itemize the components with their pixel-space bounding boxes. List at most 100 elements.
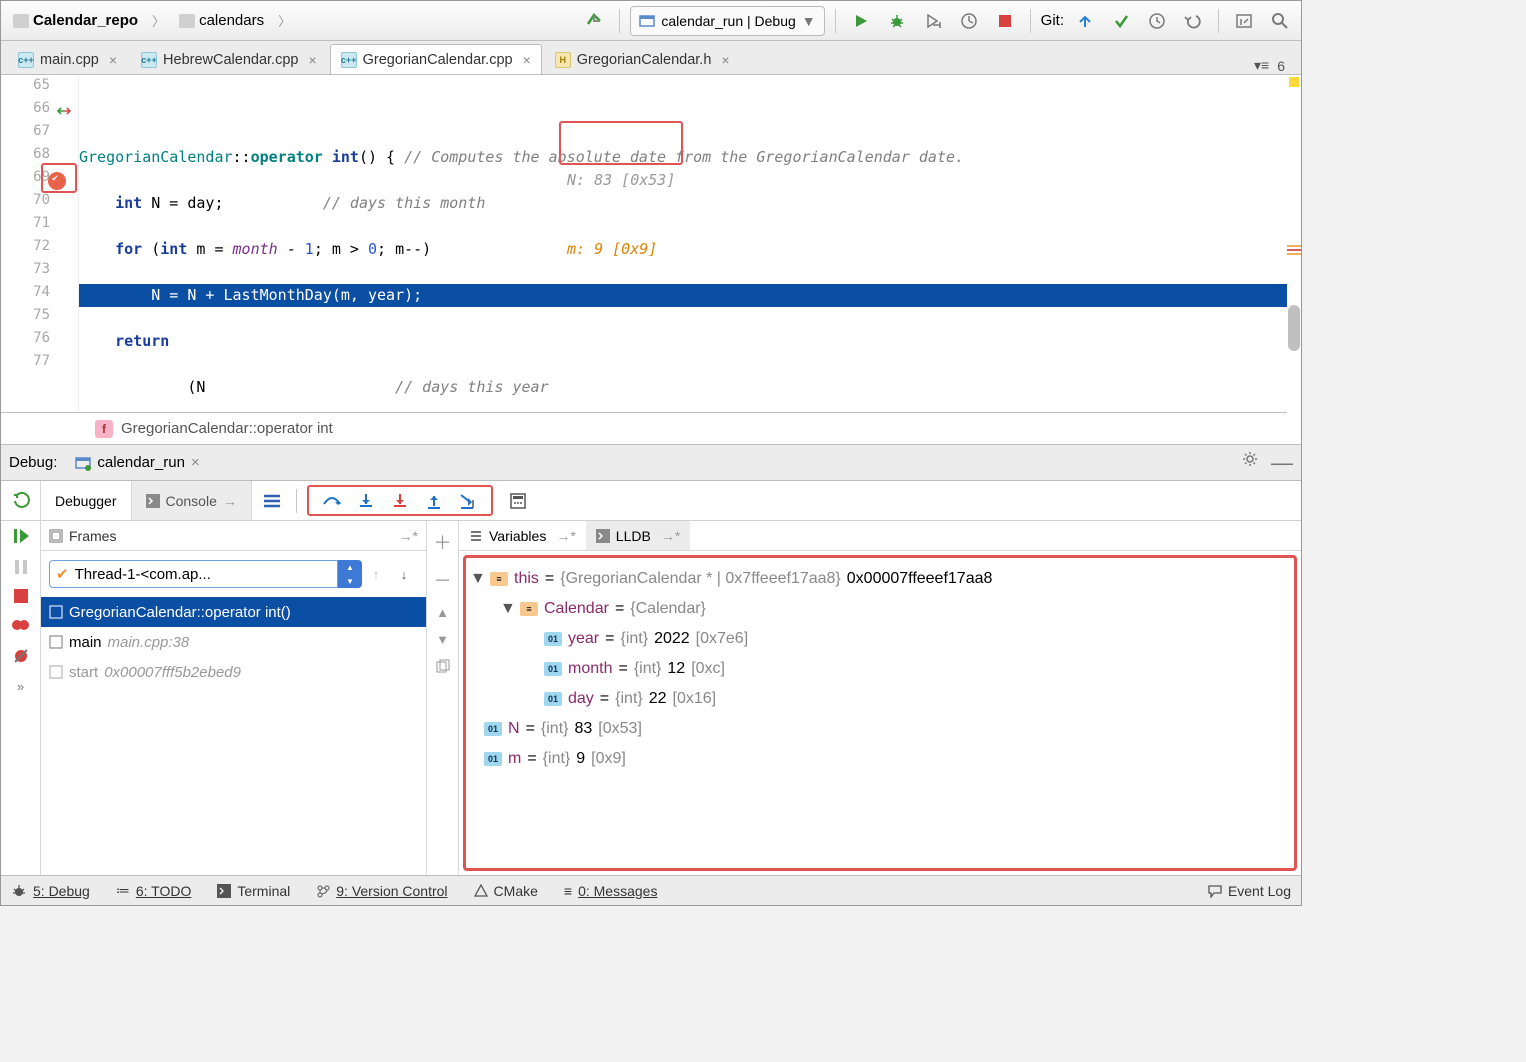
branch-icon (316, 884, 330, 898)
check-icon: ✔ (56, 565, 69, 583)
var-hex: [0x9] (591, 750, 626, 768)
rerun-button[interactable] (6, 486, 36, 516)
pause-button[interactable] (13, 559, 29, 575)
var-name: N (508, 720, 520, 738)
var-row-year[interactable]: 01 year = {int} 2022 [0x7e6] (470, 624, 1290, 654)
tab-hebrew-calendar[interactable]: c++HebrewCalendar.cpp× (130, 44, 328, 74)
tab-console[interactable]: Console→ (132, 481, 252, 520)
close-icon[interactable]: × (191, 454, 200, 471)
frame-row[interactable]: GregorianCalendar::operator int() (41, 597, 426, 627)
debug-title: Debug: (9, 454, 57, 471)
step-over-button[interactable] (315, 487, 349, 515)
force-step-into-button[interactable] (383, 487, 417, 515)
step-out-button[interactable] (417, 487, 451, 515)
tab-gregorian-calendar-h[interactable]: HGregorianCalendar.h× (544, 44, 741, 74)
resume-button[interactable] (12, 527, 30, 545)
frame-up-button[interactable]: ↑ (362, 567, 390, 582)
move-up-button[interactable]: ▲ (436, 605, 449, 620)
stop-button[interactable] (990, 6, 1020, 36)
thread-selector[interactable]: ✔ Thread-1-<com.ap... ▲▼ ↑ ↓ (49, 559, 418, 589)
stop-button[interactable] (14, 589, 28, 603)
gear-icon[interactable] (1241, 450, 1259, 476)
status-terminal[interactable]: Terminal (217, 883, 290, 899)
status-vcs[interactable]: 9: Version Control (316, 883, 447, 899)
status-debug[interactable]: 5: Debug (11, 883, 90, 899)
debug-button[interactable] (882, 6, 912, 36)
code-editor[interactable]: 65 66 67 68 69 70 71 72 73 74 75 76 77 G… (1, 75, 1301, 413)
more-icon[interactable]: » (17, 679, 24, 694)
move-down-button[interactable]: ▼ (436, 632, 449, 647)
git-commit-button[interactable] (1106, 6, 1136, 36)
frame-down-button[interactable]: ↓ (390, 567, 418, 582)
inline-value-n: N: 83 [0x53] (567, 169, 675, 192)
var-row-m[interactable]: 01 m = {int} 9 [0x9] (470, 744, 1290, 774)
frame-row[interactable]: start 0x00007fff5b2ebed9 (41, 657, 426, 687)
status-event-log[interactable]: Event Log (1208, 883, 1291, 899)
mute-breakpoints-button[interactable] (12, 647, 30, 665)
status-cmake[interactable]: CMake (474, 883, 538, 899)
step-into-button[interactable] (349, 487, 383, 515)
run-to-cursor-button[interactable] (451, 487, 485, 515)
duplicate-watch-button[interactable] (436, 659, 450, 673)
evaluate-expression-icon[interactable] (509, 492, 527, 510)
run-button[interactable] (846, 6, 876, 36)
coverage-button[interactable] (918, 6, 948, 36)
tab-debugger[interactable]: Debugger (41, 481, 132, 520)
tab-main-cpp[interactable]: c++main.cpp× (7, 44, 128, 74)
thread-stepper[interactable]: ▲▼ (338, 560, 362, 588)
git-update-button[interactable] (1070, 6, 1100, 36)
breakpoint-highlight-box (41, 163, 77, 193)
frames-panel: Frames →* ✔ Thread-1-<com.ap... ▲▼ ↑ ↓ G… (41, 521, 427, 875)
close-icon[interactable]: × (109, 52, 117, 68)
close-icon[interactable]: × (721, 52, 729, 68)
pin-icon[interactable]: →* (399, 528, 418, 544)
frames-icon (49, 529, 63, 543)
build-button[interactable] (579, 6, 609, 36)
var-row-day[interactable]: 01 day = {int} 22 [0x16] (470, 684, 1290, 714)
var-row-this[interactable]: ▼≡ this = {GregorianCalendar * | 0x7ffee… (470, 564, 1290, 594)
var-type: {int} (634, 660, 662, 678)
code-area[interactable]: GregorianCalendar::operator int() { // C… (79, 75, 1301, 412)
list-icon: ≔ (116, 882, 130, 899)
var-row-month[interactable]: 01 month = {int} 12 [0xc] (470, 654, 1290, 684)
tab-list-icon[interactable]: ▾≡ (1254, 57, 1269, 74)
add-watch-button[interactable]: ＋ (434, 529, 452, 555)
ide-settings-button[interactable] (1229, 6, 1259, 36)
git-revert-button[interactable] (1178, 6, 1208, 36)
var-value: 9 (576, 750, 585, 768)
line-number: 75 (1, 307, 78, 330)
threads-icon[interactable] (262, 493, 282, 509)
search-button[interactable] (1265, 6, 1295, 36)
status-messages[interactable]: ≡0: Messages (564, 883, 658, 899)
frame-row[interactable]: main main.cpp:38 (41, 627, 426, 657)
close-icon[interactable]: × (523, 52, 531, 68)
variables-header[interactable]: Variables→* (459, 521, 586, 550)
expand-icon[interactable]: ▼ (470, 570, 484, 588)
git-history-button[interactable] (1142, 6, 1172, 36)
cpp-file-icon: c++ (341, 52, 357, 68)
status-todo[interactable]: ≔6: TODO (116, 882, 192, 899)
breadcrumb-folder[interactable]: calendars (173, 10, 270, 31)
var-name: this (514, 570, 539, 588)
editor-marker-bar[interactable] (1287, 75, 1301, 413)
remove-watch-button[interactable]: － (434, 567, 452, 593)
debug-config-label: calendar_run (97, 454, 185, 471)
profile-button[interactable] (954, 6, 984, 36)
run-config-selector[interactable]: calendar_run | Debug ▼ (630, 6, 824, 36)
editor-gutter[interactable]: 65 66 67 68 69 70 71 72 73 74 75 76 77 (1, 75, 79, 412)
breadcrumb-project[interactable]: Calendar_repo (7, 10, 144, 31)
close-icon[interactable]: × (308, 52, 316, 68)
expand-icon[interactable]: ▼ (500, 600, 514, 618)
debug-config-tab[interactable]: calendar_run × (67, 450, 207, 475)
minimize-icon[interactable]: — (1271, 450, 1293, 476)
tab-gregorian-calendar-cpp[interactable]: c++GregorianCalendar.cpp× (330, 44, 542, 74)
var-row-n[interactable]: 01 N = {int} 83 [0x53] (470, 714, 1290, 744)
lldb-tab[interactable]: LLDB→* (586, 521, 690, 550)
int-icon: 01 (544, 662, 562, 676)
var-row-calendar[interactable]: ▼≡ Calendar = {Calendar} (470, 594, 1290, 624)
scrollbar-thumb[interactable] (1288, 305, 1300, 351)
inspection-marker-icon[interactable] (1289, 77, 1299, 87)
view-breakpoints-button[interactable] (12, 617, 30, 633)
list-icon: ≡ (564, 883, 572, 899)
application-icon (75, 455, 91, 471)
